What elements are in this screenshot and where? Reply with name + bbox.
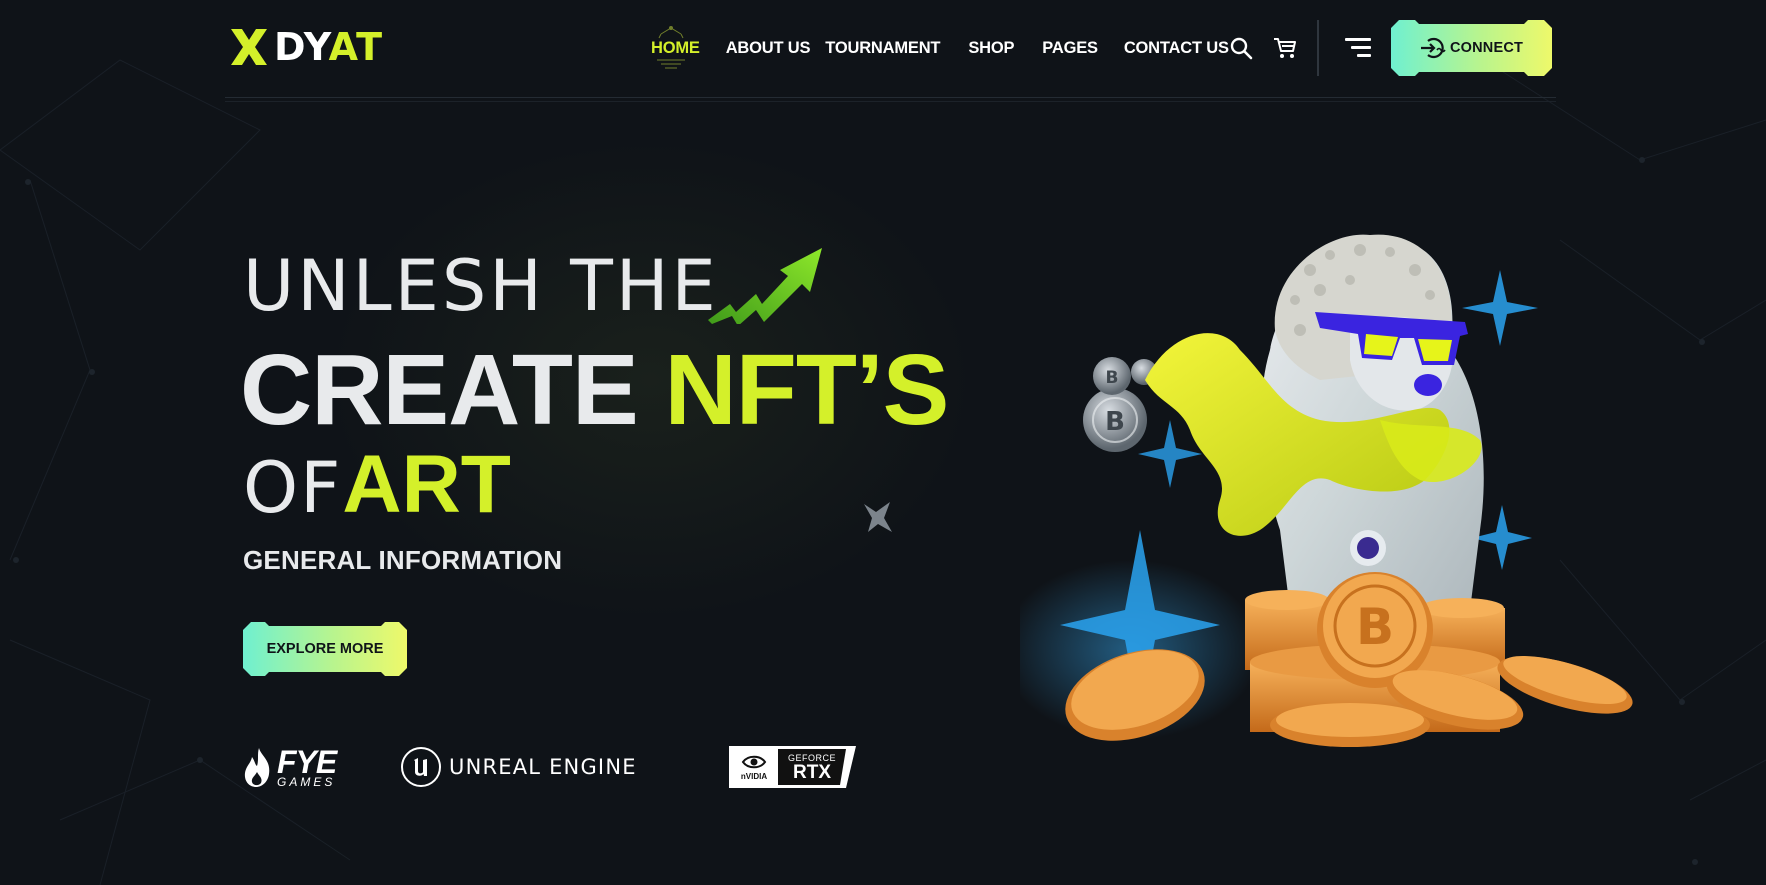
main-nav: HOME ABOUT US TOURNAMENT SHOP PAGES CONT…: [651, 36, 1229, 60]
nav-pages[interactable]: PAGES: [1042, 39, 1098, 58]
svg-text:B: B: [1105, 407, 1125, 437]
partner-geforce-rtx-logo: nVIDIA GEFORCE RTX: [729, 746, 856, 788]
nvidia-text: nVIDIA: [740, 771, 768, 781]
nav-tournament[interactable]: TOURNAMENT: [825, 39, 940, 58]
unreal-u-icon: [401, 747, 441, 787]
logo-text: DYAT: [274, 24, 383, 70]
trend-arrow-icon: [708, 248, 822, 324]
unreal-engine-text: UNREAL ENGINE: [449, 755, 637, 779]
hero-line2-white: CREATE: [240, 334, 639, 446]
fye-main-text: FYE: [277, 744, 337, 780]
hero-line3-accent: ART: [342, 439, 511, 530]
home-active-deco-icon: [657, 26, 685, 69]
nft-ape-coins-illustration: B B B: [1020, 234, 1633, 747]
explore-more-label: EXPLORE MORE: [266, 641, 384, 657]
header-icons: [1227, 30, 1299, 66]
hero-subtitle: GENERAL INFORMATION: [243, 545, 563, 575]
search-icon: [1230, 37, 1253, 60]
svg-text:B: B: [1106, 368, 1119, 388]
partner-unreal-engine-logo: UNREAL ENGINE: [401, 746, 637, 788]
geforce-rtx-mark: GEFORCE RTX: [778, 749, 846, 785]
flame-icon: [244, 748, 270, 787]
connect-button[interactable]: CONNECT: [1391, 20, 1552, 76]
explore-more-button[interactable]: EXPLORE MORE: [243, 622, 407, 676]
cart-icon: [1274, 38, 1296, 58]
fye-sub-text: GAMES: [277, 775, 336, 789]
hero-line2-accent: NFT’S: [664, 334, 950, 446]
logo-text-part1: DY: [274, 25, 329, 69]
connect-icon: [1420, 37, 1446, 59]
nvidia-mark: nVIDIA: [733, 750, 775, 784]
search-button[interactable]: [1227, 34, 1255, 62]
partner-fye-games-logo: FYE GAMES: [243, 744, 343, 790]
svg-text:B: B: [1356, 598, 1394, 656]
site-logo[interactable]: DYAT: [230, 24, 383, 70]
sparkle-star-icon: [864, 502, 892, 532]
x-logo-icon: [231, 29, 267, 65]
menu-button[interactable]: [1343, 33, 1373, 63]
rtx-text: RTX: [793, 761, 831, 783]
hero-line3-white: OF: [243, 447, 343, 529]
connect-label: CONNECT: [1449, 40, 1524, 56]
hero-line1: UNLESH THE: [243, 245, 719, 327]
nvidia-eye-icon: [741, 755, 767, 768]
site-header: DYAT HOME ABOUT US TOURNAMENT SHOP PAGES…: [225, 0, 1556, 102]
logo-text-part2: AT: [328, 25, 384, 69]
header-divider: [1317, 20, 1319, 76]
nav-shop[interactable]: SHOP: [968, 39, 1014, 58]
hero-line2: CREATE NFT’S: [240, 334, 950, 446]
geforce-text: GEFORCE: [787, 752, 836, 763]
cart-button[interactable]: [1271, 34, 1299, 62]
nav-contact-us[interactable]: CONTACT US: [1124, 39, 1229, 58]
menu-icon: [1345, 38, 1371, 57]
nav-about-us[interactable]: ABOUT US: [726, 39, 811, 58]
hero-line3: OFART: [243, 440, 511, 552]
